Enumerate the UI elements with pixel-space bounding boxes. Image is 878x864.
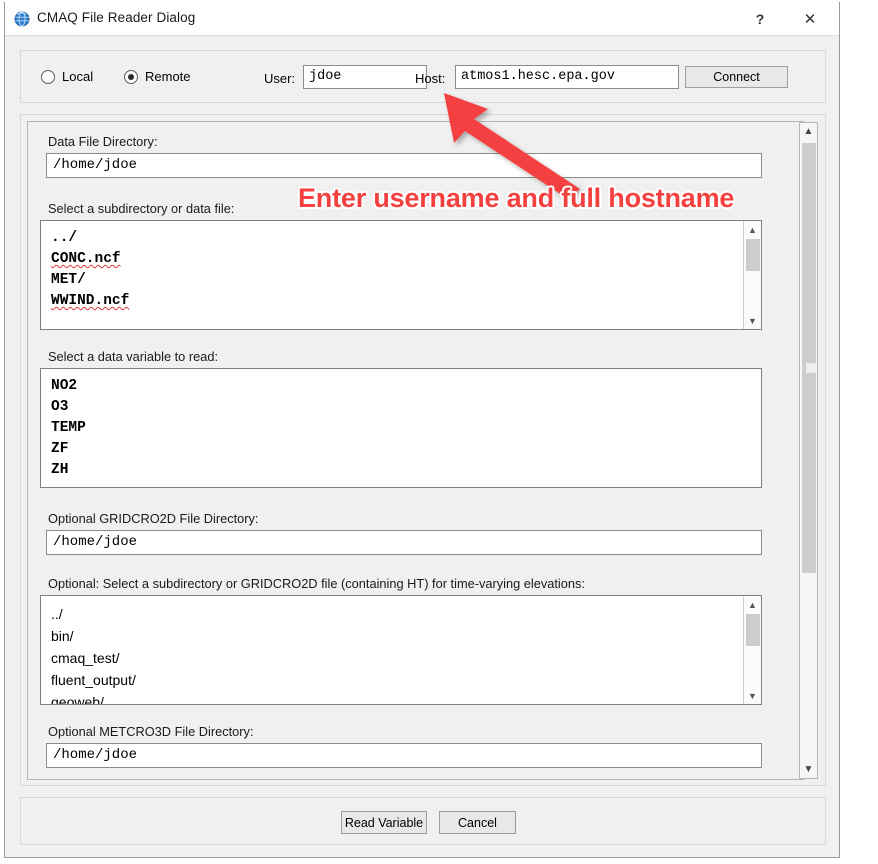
scrollbar-thumb[interactable]	[746, 614, 760, 646]
main-vertical-scrollbar[interactable]: ▲ ▼	[799, 122, 818, 779]
file-listbox[interactable]: ../CONC.ncf MET/WWIND.ncf ▲ ▼	[40, 220, 762, 330]
radio-remote-indicator	[124, 69, 138, 84]
scroll-content-area: Data File Directory: /home/jdoe Select a…	[27, 121, 804, 780]
list-item[interactable]: geoweb/	[51, 691, 743, 704]
radio-local[interactable]: Local	[41, 69, 93, 84]
connect-button[interactable]: Connect	[685, 66, 788, 88]
metcro3d-directory-label: Optional METCRO3D File Directory:	[48, 724, 254, 739]
metcro3d-directory-input[interactable]: /home/jdoe	[46, 743, 762, 768]
list-item[interactable]: WWIND.ncf	[51, 291, 743, 312]
cancel-button[interactable]: Cancel	[439, 811, 516, 834]
radio-local-label: Local	[62, 69, 94, 84]
help-button[interactable]: ?	[737, 2, 783, 36]
gridcro2d-directory-input[interactable]: /home/jdoe	[46, 530, 762, 555]
file-list-label: Select a subdirectory or data file:	[48, 201, 235, 216]
gridcro2d-list-scrollbar[interactable]: ▲ ▼	[743, 596, 761, 704]
variable-listbox[interactable]: NO2 O3 TEMP ZF ZH	[40, 368, 762, 488]
scrollbar-grip	[806, 363, 816, 373]
dialog-button-bar: Read Variable Cancel	[20, 797, 826, 845]
data-file-directory-input[interactable]: /home/jdoe	[46, 153, 762, 178]
user-label: User:	[264, 71, 296, 86]
data-file-directory-label: Data File Directory:	[48, 134, 158, 149]
list-item[interactable]: CONC.ncf	[51, 249, 743, 270]
user-input[interactable]: jdoe	[303, 65, 427, 89]
list-item[interactable]: ../	[51, 228, 743, 249]
list-item[interactable]: cmaq_test/	[51, 647, 743, 669]
scroll-down-icon[interactable]: ▼	[744, 312, 761, 329]
bottom-artifact	[96, 856, 496, 864]
read-variable-button[interactable]: Read Variable	[341, 811, 427, 834]
radio-remote[interactable]: Remote	[124, 69, 191, 84]
title-bar: CMAQ File Reader Dialog ? ✕	[5, 2, 839, 36]
host-input[interactable]: atmos1.hesc.epa.gov	[455, 65, 679, 89]
list-item[interactable]: NO2	[51, 376, 761, 397]
list-item[interactable]: fluent_output/	[51, 669, 743, 691]
gridcro2d-list-items: ../bin/cmaq_test/fluent_output/geoweb/he…	[41, 596, 743, 704]
gridcro2d-listbox[interactable]: ../bin/cmaq_test/fluent_output/geoweb/he…	[40, 595, 762, 705]
list-item[interactable]: MET/	[51, 270, 743, 291]
scroll-down-icon[interactable]: ▼	[744, 687, 761, 704]
main-body-panel: Data File Directory: /home/jdoe Select a…	[20, 114, 826, 786]
scroll-down-icon[interactable]: ▼	[800, 761, 817, 778]
file-list-scrollbar[interactable]: ▲ ▼	[743, 221, 761, 329]
scroll-up-icon[interactable]: ▲	[744, 221, 761, 238]
list-item[interactable]: ZF	[51, 439, 761, 460]
close-icon[interactable]: ✕	[787, 2, 833, 36]
scroll-up-icon[interactable]: ▲	[800, 123, 817, 140]
file-list-items: ../CONC.ncf MET/WWIND.ncf	[41, 221, 743, 329]
list-item[interactable]: ZH	[51, 460, 761, 481]
list-item[interactable]: bin/	[51, 625, 743, 647]
connection-panel: Local Remote User: jdoe Host: atmos1.hes…	[20, 50, 826, 103]
list-item[interactable]: TEMP	[51, 418, 761, 439]
radio-local-indicator	[41, 69, 55, 84]
host-label: Host:	[415, 71, 446, 86]
radio-remote-label: Remote	[145, 69, 191, 84]
globe-icon	[14, 11, 30, 27]
variable-list-label: Select a data variable to read:	[48, 349, 219, 364]
list-item[interactable]: O3	[51, 397, 761, 418]
list-item[interactable]: ../	[51, 603, 743, 625]
gridcro2d-directory-label: Optional GRIDCRO2D File Directory:	[48, 511, 259, 526]
variable-list-items: NO2 O3 TEMP ZF ZH	[41, 369, 761, 487]
scrollbar-thumb[interactable]	[746, 239, 760, 271]
scroll-up-icon[interactable]: ▲	[744, 596, 761, 613]
window-title: CMAQ File Reader Dialog	[37, 10, 196, 25]
scrollbar-thumb[interactable]	[802, 143, 816, 573]
dialog-window: CMAQ File Reader Dialog ? ✕ Local Remote…	[4, 2, 840, 858]
gridcro2d-list-label: Optional: Select a subdirectory or GRIDC…	[48, 576, 585, 591]
